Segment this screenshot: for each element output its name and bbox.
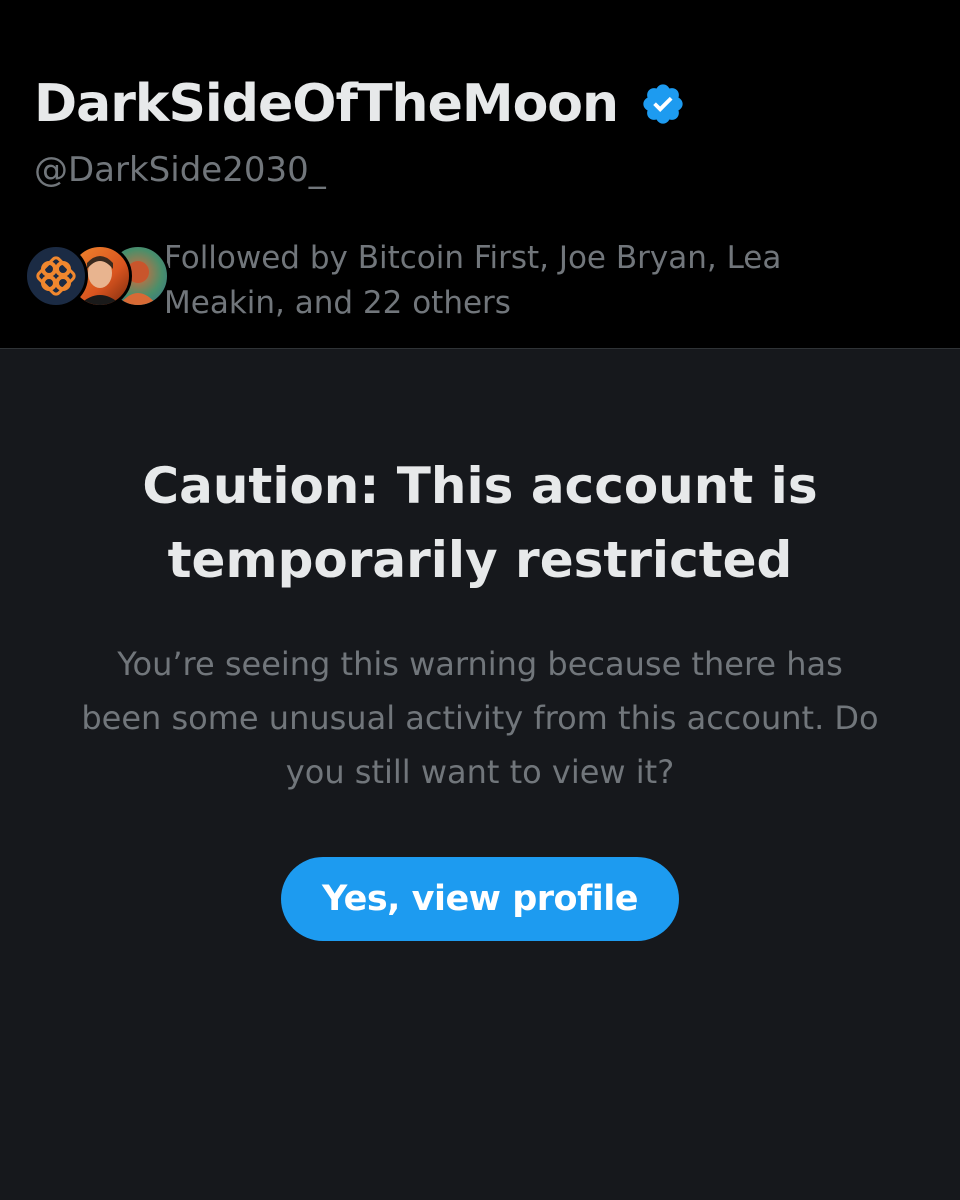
name-row: DarkSideOfTheMoon [34,68,686,140]
profile-header: DarkSideOfTheMoon @DarkSide2030_ Followe… [0,0,960,349]
profile-handle: @DarkSide2030_ [34,150,326,190]
follower-avatar-stack[interactable] [24,236,170,316]
warning-message: You’re seeing this warning because there… [81,645,879,791]
bitcoin-first-avatar[interactable] [24,244,88,308]
warning-title: Caution: This account is temporarily res… [142,457,818,589]
view-profile-button[interactable]: Yes, view profile [281,857,679,941]
display-name[interactable]: DarkSideOfTheMoon [34,74,619,134]
followed-by-row[interactable]: Followed by Bitcoin First, Joe Bryan, Le… [24,236,924,326]
followed-by-text[interactable]: Followed by Bitcoin First, Joe Bryan, Le… [164,236,864,326]
restricted-account-warning: Caution: This account is temporarily res… [0,349,960,1200]
verified-badge-icon[interactable] [640,81,686,127]
